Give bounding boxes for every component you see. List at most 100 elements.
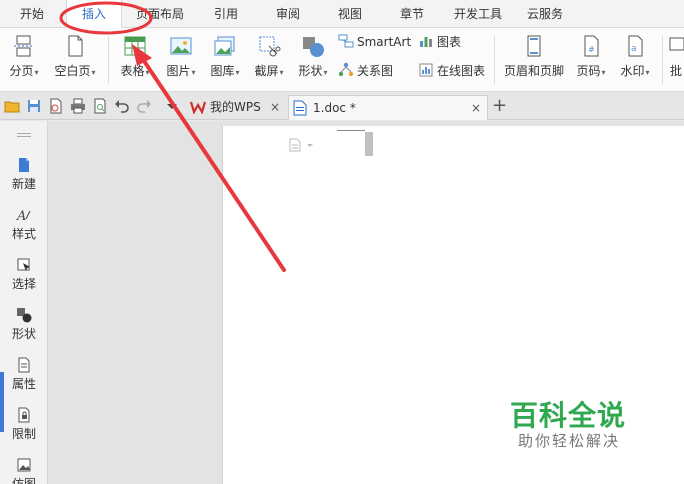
ribbon-separator bbox=[108, 36, 109, 84]
gallery-button[interactable]: 图库▾ bbox=[204, 34, 246, 79]
tab-my-wps[interactable]: 我的WPS × bbox=[186, 95, 286, 120]
print-icon[interactable] bbox=[70, 98, 86, 114]
page-margin-marker bbox=[337, 130, 365, 131]
shapes-icon bbox=[17, 308, 32, 323]
tab-section[interactable]: 章节 bbox=[392, 0, 432, 28]
ribbon-separator bbox=[662, 36, 663, 84]
sidebar-item-restrict[interactable]: 限制 bbox=[0, 407, 48, 442]
sidebar-item-label: 限制 bbox=[11, 427, 36, 441]
relation-label: 关系图 bbox=[357, 64, 394, 78]
smartart-icon bbox=[338, 34, 354, 48]
menu-bar: 开始 插入 页面布局 引用 审阅 视图 章节 开发工具 云服务 bbox=[0, 0, 684, 29]
tab-insert[interactable]: 插入 bbox=[66, 0, 122, 29]
shapes-icon bbox=[303, 37, 324, 57]
watermark-title: 百科全说 bbox=[510, 399, 627, 432]
picture-label: 图片 bbox=[166, 64, 191, 78]
text-cursor bbox=[365, 132, 373, 156]
table-button[interactable]: 表格▾ bbox=[114, 34, 156, 79]
svg-text:a: a bbox=[631, 44, 637, 54]
picture-button[interactable]: 图片▾ bbox=[160, 34, 202, 79]
redo-icon[interactable] bbox=[136, 98, 152, 114]
undo-icon[interactable] bbox=[114, 98, 130, 114]
page-number-label: 页码 bbox=[576, 64, 601, 78]
close-icon[interactable]: × bbox=[471, 96, 481, 120]
sidebar-collapse-handle[interactable] bbox=[0, 372, 4, 432]
sidebar-item-label: 仿图 bbox=[11, 477, 36, 484]
left-sidebar: 新建 A 样式 选择 形状 属性 限制 仿图 bbox=[0, 121, 48, 484]
sidebar-item-properties[interactable]: 属性 bbox=[0, 357, 48, 392]
svg-text:#: # bbox=[588, 45, 595, 54]
tab-cloud[interactable]: 云服务 bbox=[520, 0, 570, 28]
tab-developer[interactable]: 开发工具 bbox=[448, 0, 508, 28]
sidebar-item-imitate[interactable]: 仿图 bbox=[0, 457, 48, 484]
tab-my-wps-label: 我的WPS bbox=[210, 100, 261, 114]
comment-label: 批 bbox=[669, 64, 682, 78]
comment-icon bbox=[669, 37, 684, 51]
screenshot-button[interactable]: 截屏▾ bbox=[248, 34, 290, 79]
online-chart-icon bbox=[419, 63, 433, 77]
print-preview-icon[interactable] bbox=[92, 98, 108, 114]
sidebar-item-label: 新建 bbox=[11, 177, 36, 191]
tab-references[interactable]: 引用 bbox=[206, 0, 246, 28]
close-icon[interactable]: × bbox=[270, 95, 280, 119]
chart-button[interactable]: 图表 bbox=[418, 33, 461, 51]
tab-document-label: 1.doc * bbox=[313, 101, 356, 115]
page-break-label: 分页 bbox=[9, 64, 34, 78]
paragraph-options-icon[interactable] bbox=[288, 138, 314, 152]
sidebar-grip[interactable] bbox=[17, 133, 31, 134]
chart-label: 图表 bbox=[437, 35, 462, 49]
page-number-icon: # bbox=[584, 35, 599, 57]
sidebar-item-label: 属性 bbox=[11, 377, 36, 391]
tab-document[interactable]: 1.doc * × bbox=[288, 95, 488, 120]
tab-view[interactable]: 视图 bbox=[330, 0, 370, 28]
properties-icon bbox=[18, 357, 30, 373]
gallery-icon bbox=[214, 36, 235, 56]
open-folder-icon[interactable] bbox=[4, 98, 20, 114]
new-tab-button[interactable]: + bbox=[492, 96, 507, 116]
online-chart-label: 在线图表 bbox=[437, 64, 486, 78]
tab-review[interactable]: 审阅 bbox=[268, 0, 308, 28]
tab-page-layout[interactable]: 页面布局 bbox=[132, 0, 188, 28]
shapes-label: 形状 bbox=[298, 64, 323, 78]
sidebar-item-select[interactable]: 选择 bbox=[0, 257, 48, 292]
relation-chart-button[interactable]: 关系图 bbox=[338, 62, 393, 80]
new-doc-icon bbox=[19, 158, 29, 172]
chart-icon bbox=[420, 37, 432, 47]
page-number-button[interactable]: # 页码▾ bbox=[570, 34, 612, 79]
sidebar-item-shape[interactable]: 形状 bbox=[0, 307, 48, 342]
ribbon: 分页▾ 空白页▾ 表格▾ 图片▾ 图库▾ 截屏▾ 形状▾ SmartArt 图表… bbox=[0, 28, 684, 92]
shapes-button[interactable]: 形状▾ bbox=[292, 34, 334, 79]
export-pdf-icon[interactable] bbox=[48, 98, 64, 114]
header-footer-button[interactable]: 页眉和页脚 bbox=[500, 34, 568, 79]
watermark-button[interactable]: a 水印▾ bbox=[614, 34, 656, 79]
sidebar-item-label: 选择 bbox=[11, 277, 36, 291]
page-break-button[interactable]: 分页▾ bbox=[4, 34, 44, 79]
screenshot-label: 截屏 bbox=[254, 64, 279, 78]
gallery-label: 图库 bbox=[210, 64, 235, 78]
select-icon bbox=[17, 258, 30, 271]
svg-text:A: A bbox=[16, 209, 26, 223]
ribbon-separator bbox=[494, 36, 495, 84]
tab-home[interactable]: 开始 bbox=[12, 0, 52, 28]
lock-doc-icon bbox=[18, 407, 30, 423]
header-footer-icon bbox=[527, 35, 541, 57]
style-icon: A bbox=[16, 209, 31, 223]
comment-button[interactable]: 批 bbox=[668, 34, 684, 79]
smartart-button[interactable]: SmartArt bbox=[338, 33, 411, 51]
scissors-icon bbox=[259, 36, 281, 57]
header-footer-label: 页眉和页脚 bbox=[503, 64, 564, 78]
sidebar-item-label: 形状 bbox=[11, 327, 36, 341]
relation-icon bbox=[338, 62, 354, 77]
sidebar-item-style[interactable]: A 样式 bbox=[0, 207, 48, 242]
sidebar-item-label: 样式 bbox=[11, 227, 36, 241]
sidebar-item-new[interactable]: 新建 bbox=[0, 157, 48, 192]
watermark-icon: a bbox=[628, 35, 643, 57]
wps-logo-icon bbox=[190, 101, 206, 114]
blank-page-button[interactable]: 空白页▾ bbox=[50, 34, 100, 79]
chevron-down-icon[interactable] bbox=[164, 98, 180, 114]
online-chart-button[interactable]: 在线图表 bbox=[418, 62, 485, 80]
watermark-label: 水印 bbox=[620, 64, 645, 78]
blank-page-icon bbox=[68, 35, 83, 57]
save-icon[interactable] bbox=[26, 98, 42, 114]
smartart-label: SmartArt bbox=[357, 35, 412, 49]
